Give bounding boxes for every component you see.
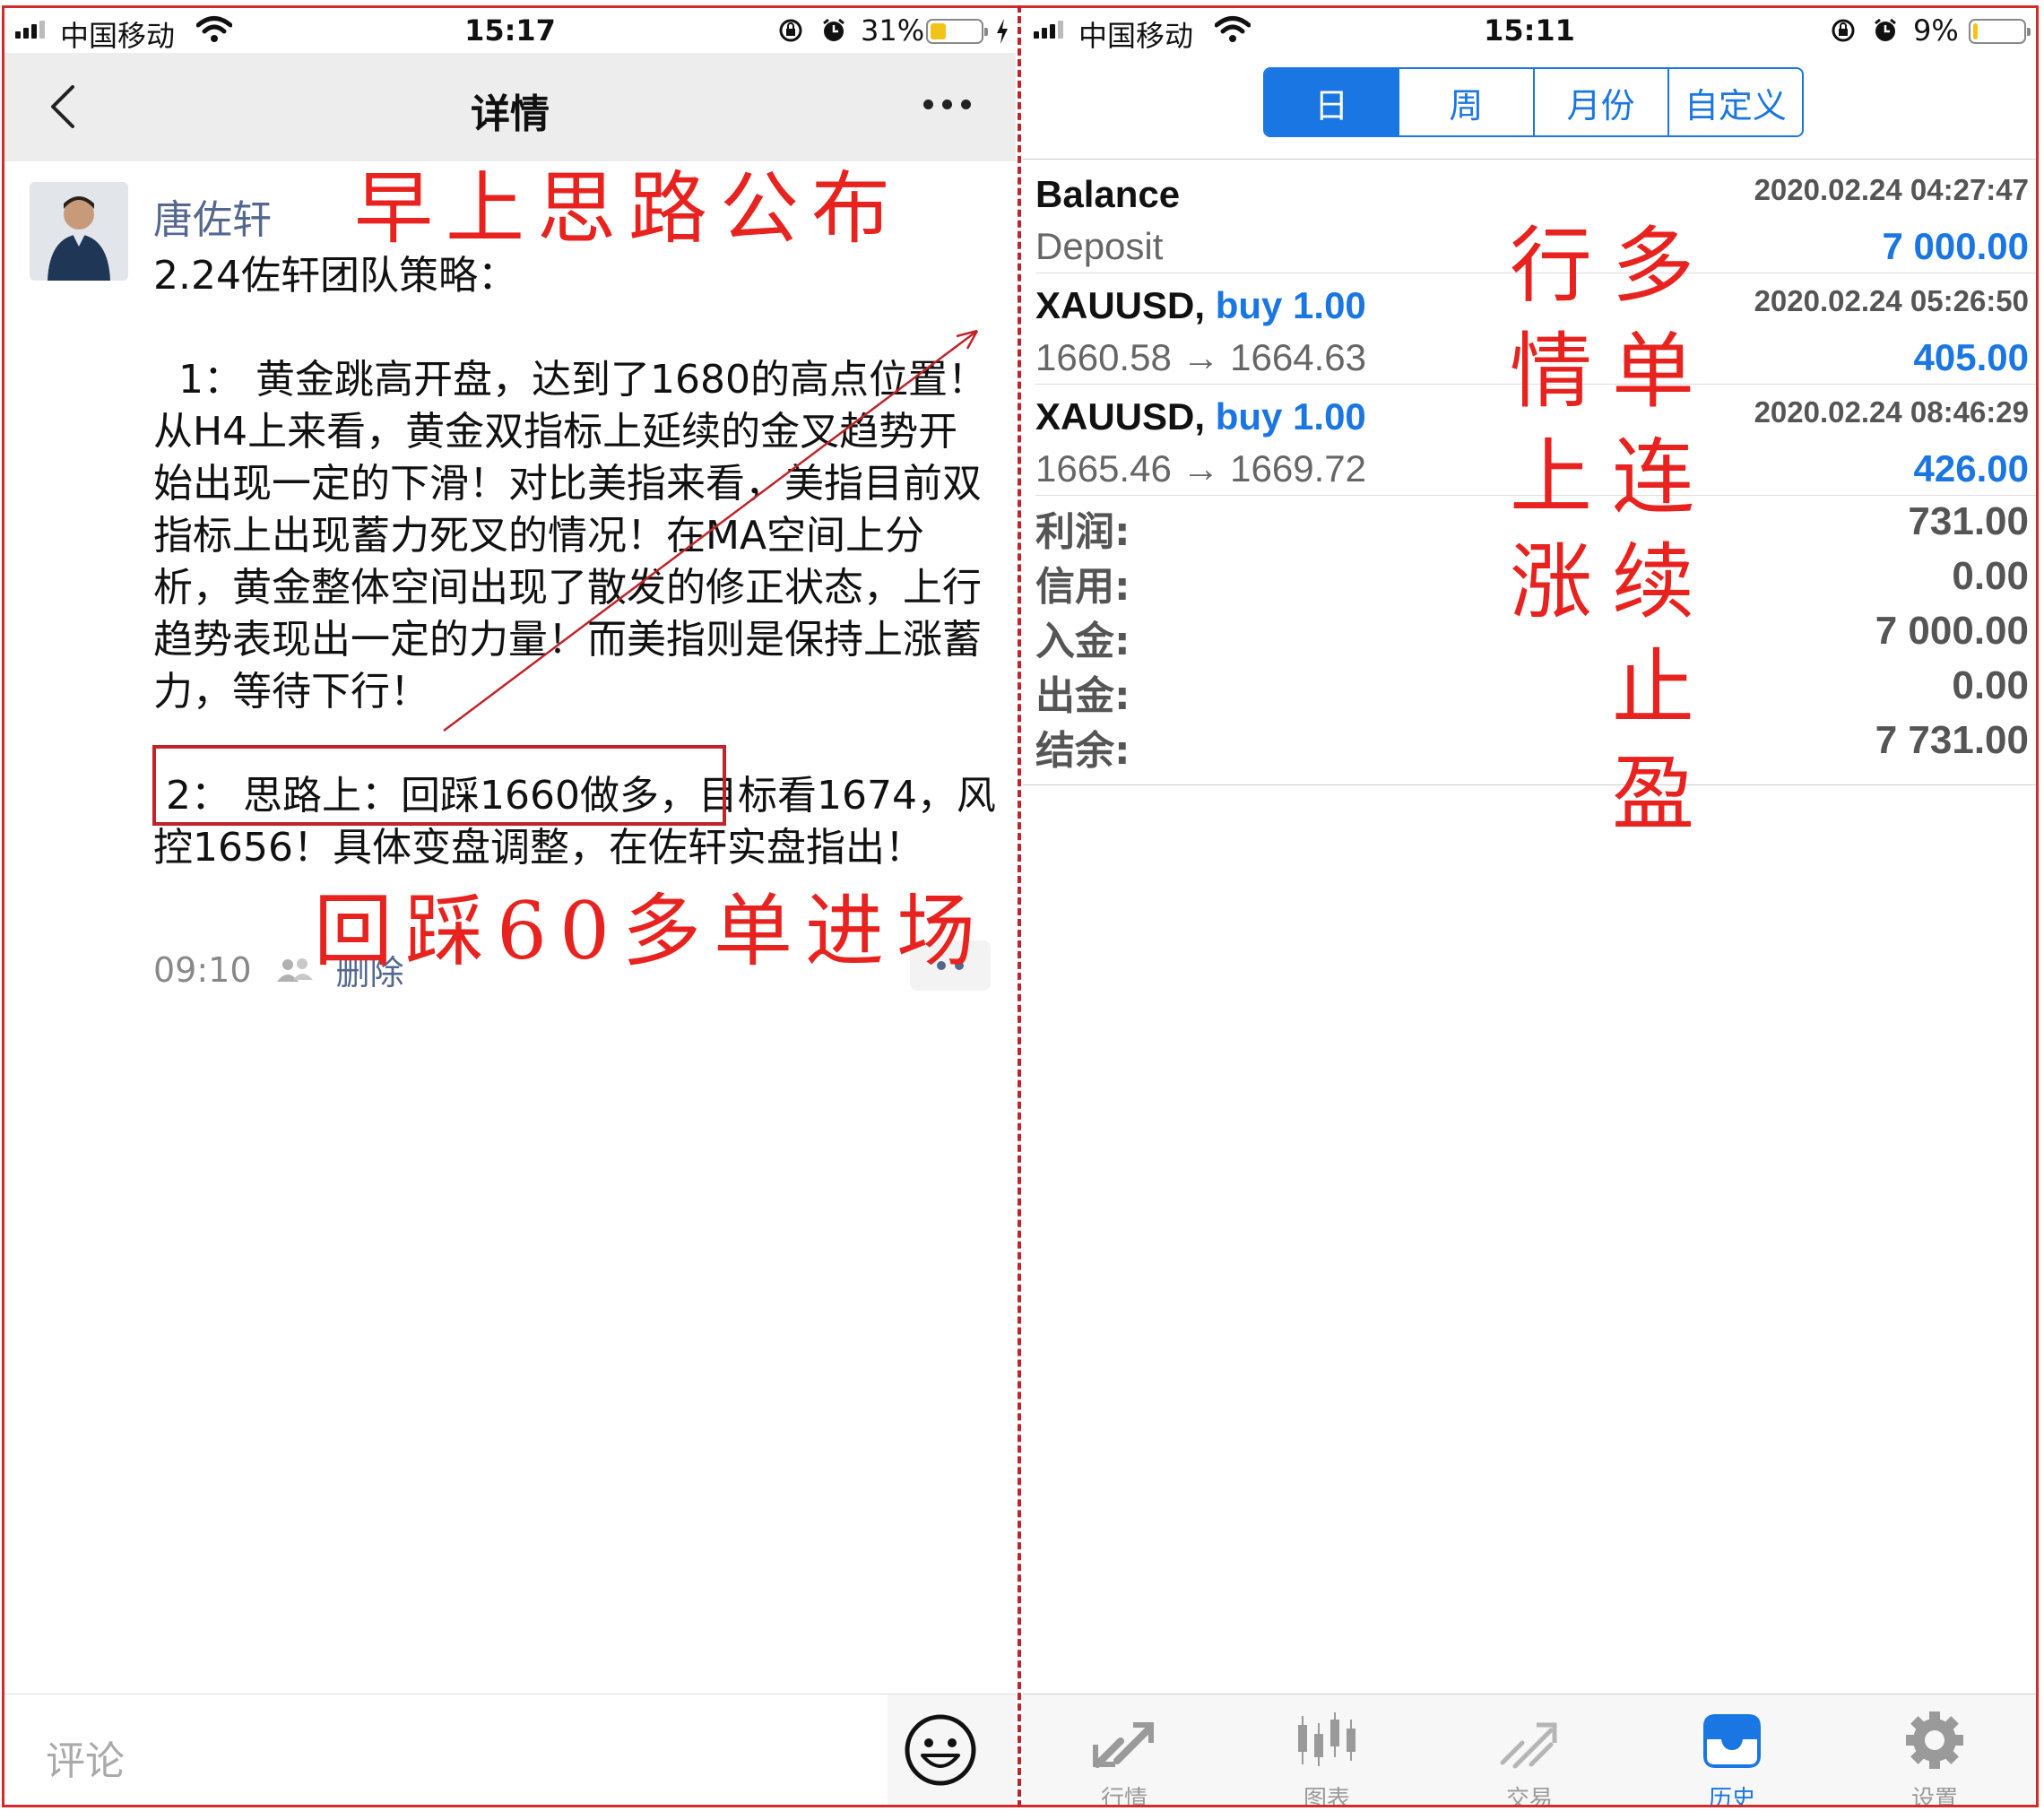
summary-label: 信用: <box>1035 564 1130 610</box>
segment-day[interactable]: 日 <box>1265 69 1399 135</box>
divider <box>1023 784 2036 785</box>
history-icon <box>1703 1714 1761 1768</box>
avatar-person-icon <box>30 182 128 281</box>
deal-title: XAUUSD, buy 1.00 <box>1035 395 1366 438</box>
annotation-morning-plan: 早上思路公布 <box>354 162 904 255</box>
tab-trade[interactable]: 交易 <box>1428 1694 1631 1805</box>
divider <box>1023 159 2036 160</box>
deal-detail: 1660.58 → 1664.63 <box>1035 336 1366 378</box>
summary-value: 7 731.00 <box>1875 718 2029 762</box>
quotes-icon <box>1093 1722 1154 1768</box>
tab-label: 历史 <box>1708 1786 1755 1805</box>
emoji-icon[interactable] <box>903 1712 978 1788</box>
status-bar: 中国移动 15:11 9% <box>1023 8 2036 53</box>
post-time: 09:10 <box>153 949 252 990</box>
deal-time: 2020.02.24 05:26:50 <box>1754 284 2029 317</box>
segment-week[interactable]: 周 <box>1398 69 1532 135</box>
rotation-lock-icon <box>779 19 802 42</box>
visibility-people-icon <box>276 957 313 982</box>
summary-value: 7 000.00 <box>1875 609 2029 653</box>
avatar[interactable] <box>30 182 128 281</box>
tab-label: 行情 <box>1100 1786 1148 1805</box>
battery-percent: 9% <box>1913 13 1959 48</box>
deal-detail: Deposit <box>1035 225 1164 267</box>
tab-label: 图表 <box>1303 1786 1350 1805</box>
alarm-icon <box>823 18 844 41</box>
charging-bolt-icon <box>997 19 1008 44</box>
summary-value: 731.00 <box>1908 499 2029 543</box>
deal-amount: 426.00 <box>1913 447 2029 490</box>
tab-quotes[interactable]: 行情 <box>1023 1694 1226 1805</box>
post-author[interactable]: 唐佐轩 <box>153 187 272 245</box>
deal-time: 2020.02.24 04:27:47 <box>1754 173 2029 206</box>
bottom-tab-bar: 行情 图表 交易 历史 设置 <box>1023 1694 2036 1805</box>
comment-bar: 评论 <box>4 1694 1016 1805</box>
rotation-lock-icon <box>1832 19 1855 42</box>
tab-history[interactable]: 历史 <box>1631 1694 1833 1805</box>
dashed-divider <box>1018 5 1021 1807</box>
deal-detail: 1665.46 → 1669.72 <box>1035 447 1366 490</box>
battery-icon <box>1969 19 2031 44</box>
deal-time: 2020.02.24 08:46:29 <box>1754 395 2029 429</box>
deal-amount: 7 000.00 <box>1882 225 2030 267</box>
post-paragraph-1: 1： 黄金跳高开盘，达到了1680的高点位置！从H4上来看，黄金双指标上延续的金… <box>153 357 987 715</box>
deal-title: Balance <box>1035 173 1181 215</box>
more-menu-icon[interactable] <box>923 100 971 109</box>
highlight-box <box>152 745 726 826</box>
annotation-entry: 回踩60多单进场 <box>314 885 988 977</box>
period-segmented-control: 日 周 月份 自定义 <box>1263 67 1804 137</box>
trade-icon <box>1500 1722 1557 1769</box>
deal-title: XAUUSD, buy 1.00 <box>1035 284 1366 326</box>
summary-label: 结余: <box>1035 728 1130 774</box>
page-title: 详情 <box>471 91 550 137</box>
segment-month[interactable]: 月份 <box>1532 69 1667 135</box>
summary-row-withdrawal: 出金: 0.00 <box>1035 663 2029 719</box>
comment-placeholder: 评论 <box>46 1738 125 1784</box>
summary-label: 入金: <box>1035 619 1130 664</box>
battery-percent: 31% <box>861 13 925 48</box>
tab-label: 交易 <box>1505 1786 1553 1805</box>
tab-chart[interactable]: 图表 <box>1226 1694 1428 1805</box>
tab-settings[interactable]: 设置 <box>1833 1694 2036 1805</box>
battery-icon <box>926 19 988 44</box>
summary-value: 0.00 <box>1952 663 2029 707</box>
comment-input[interactable]: 评论 <box>4 1694 888 1805</box>
status-bar: 中国移动 15:17 31% <box>4 8 1016 53</box>
summary-label: 出金: <box>1035 673 1130 719</box>
chart-icon <box>1298 1712 1355 1766</box>
annotation-market-rise: 行情上涨 <box>1509 218 1592 631</box>
deal-amount: 405.00 <box>1913 336 2029 378</box>
summary-label: 利润: <box>1035 509 1130 555</box>
settings-icon <box>1906 1711 1963 1769</box>
alarm-icon <box>1875 18 1896 41</box>
tab-label: 设置 <box>1910 1786 1958 1805</box>
summary-value: 0.00 <box>1952 554 2029 598</box>
segment-custom[interactable]: 自定义 <box>1667 69 1802 135</box>
summary-row-balance: 结余: 7 731.00 <box>1035 718 2029 774</box>
annotation-take-profit: 多单连续止盈 <box>1611 218 1694 842</box>
